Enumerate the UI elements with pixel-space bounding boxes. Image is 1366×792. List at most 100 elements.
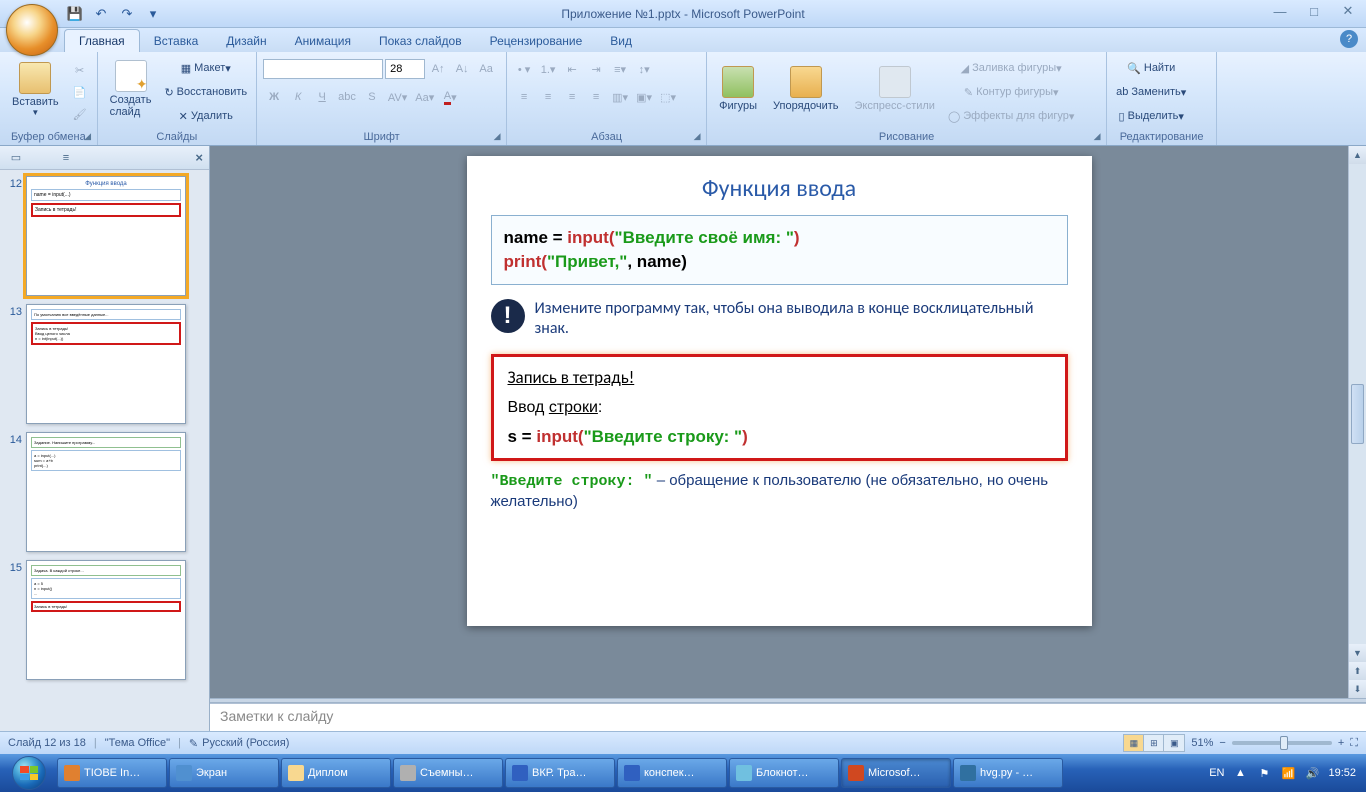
maximize-button[interactable]: □ [1302, 2, 1326, 20]
thumbnail[interactable]: Задача. В каждой строке... a = 5n = inpu… [26, 560, 186, 680]
delete-button[interactable]: ✕ Удалить [161, 105, 250, 127]
text-direction-button[interactable]: ↕▾ [633, 58, 655, 80]
taskbar-item[interactable]: TIOBE In… [57, 758, 167, 788]
redo-button[interactable]: ↷ [116, 3, 138, 25]
columns-button[interactable]: ▥▾ [609, 86, 631, 108]
shape-outline-button[interactable]: ✎ Контур фигуры ▾ [945, 81, 1077, 103]
undo-button[interactable]: ↶ [90, 3, 112, 25]
align-center-button[interactable]: ≡ [537, 86, 559, 108]
taskbar-item[interactable]: Экран [169, 758, 279, 788]
shape-effects-button[interactable]: ◯ Эффекты для фигур ▾ [945, 105, 1077, 127]
strike-button[interactable]: abc [335, 86, 359, 108]
shrink-font-button[interactable]: A↓ [451, 58, 473, 80]
prev-slide-button[interactable]: ⬆ [1349, 662, 1366, 680]
network-icon[interactable]: 📶 [1280, 765, 1296, 781]
shape-fill-button[interactable]: ◢ Заливка фигуры ▾ [945, 57, 1077, 79]
sorter-view-button[interactable]: ⊞ [1144, 735, 1164, 751]
bold-button[interactable]: Ж [263, 86, 285, 108]
copy-button[interactable]: 📄 [69, 81, 91, 103]
cut-button[interactable]: ✂ [69, 59, 91, 81]
slides-tab[interactable]: ▭ [6, 149, 26, 167]
tab-review[interactable]: Рецензирование [476, 30, 597, 52]
normal-view-button[interactable]: ▦ [1124, 735, 1144, 751]
save-button[interactable]: 💾 [64, 3, 86, 25]
new-slide-button[interactable]: ✦ Создать слайд [104, 55, 158, 123]
vertical-scrollbar[interactable]: ▲ ▼ ⬆ ⬇ [1348, 146, 1366, 698]
outline-tab[interactable]: ≡ [56, 149, 76, 167]
tray-up-icon[interactable]: ▲ [1232, 765, 1248, 781]
select-button[interactable]: ▯ Выделить ▾ [1113, 105, 1189, 127]
language-indicator[interactable]: EN [1209, 767, 1224, 779]
taskbar-item[interactable]: Диплом [281, 758, 391, 788]
clear-format-button[interactable]: Aa [475, 58, 497, 80]
font-size-combo[interactable]: 28 [385, 59, 425, 79]
start-button[interactable] [2, 755, 56, 791]
slide[interactable]: Функция ввода name = input("Введите своё… [467, 156, 1092, 626]
language-indicator[interactable]: Русский (Россия) [202, 737, 289, 749]
zoom-level[interactable]: 51% [1191, 737, 1213, 749]
dialog-launcher-icon[interactable]: ◢ [81, 129, 95, 143]
smartart-button[interactable]: ⬚▾ [657, 86, 679, 108]
zoom-in-button[interactable]: + [1338, 737, 1344, 749]
dedent-button[interactable]: ⇤ [561, 58, 583, 80]
zoom-out-button[interactable]: − [1219, 737, 1225, 749]
spellcheck-icon[interactable]: ✎ [189, 737, 198, 750]
close-button[interactable]: ✕ [1336, 2, 1360, 20]
align-left-button[interactable]: ≡ [513, 86, 535, 108]
thumbnail[interactable]: Задание. Напишите программу... a = input… [26, 432, 186, 552]
grow-font-button[interactable]: A↑ [427, 58, 449, 80]
notes-pane[interactable]: Заметки к слайду [210, 703, 1366, 731]
help-button[interactable]: ? [1340, 30, 1358, 48]
taskbar-item[interactable]: ВКР. Тра… [505, 758, 615, 788]
tab-animation[interactable]: Анимация [281, 30, 365, 52]
dialog-launcher-icon[interactable]: ◢ [490, 129, 504, 143]
tab-slideshow[interactable]: Показ слайдов [365, 30, 476, 52]
tab-view[interactable]: Вид [596, 30, 646, 52]
spacing-button[interactable]: AV▾ [385, 86, 410, 108]
align-right-button[interactable]: ≡ [561, 86, 583, 108]
thumbnail[interactable]: По умолчанию все введённые данные... Зап… [26, 304, 186, 424]
zoom-slider[interactable] [1232, 741, 1332, 745]
taskbar-item[interactable]: конспек… [617, 758, 727, 788]
qat-customize[interactable]: ▾ [142, 3, 164, 25]
taskbar-item[interactable]: Блокнот… [729, 758, 839, 788]
find-button[interactable]: 🔍 Найти [1113, 57, 1189, 79]
action-center-icon[interactable]: ⚑ [1256, 765, 1272, 781]
shapes-button[interactable]: Фигуры [713, 55, 763, 123]
scroll-down-button[interactable]: ▼ [1349, 644, 1366, 662]
taskbar-item[interactable]: Съемны… [393, 758, 503, 788]
scroll-track[interactable] [1349, 164, 1366, 644]
line-spacing-button[interactable]: ≡▾ [609, 58, 631, 80]
minimize-button[interactable]: — [1268, 2, 1292, 20]
shadow-button[interactable]: S [361, 86, 383, 108]
fit-button[interactable]: ⛶ [1350, 737, 1358, 750]
dialog-launcher-icon[interactable]: ◢ [1090, 129, 1104, 143]
tab-insert[interactable]: Вставка [140, 30, 213, 52]
thumbnail-item[interactable]: 13 По умолчанию все введённые данные... … [6, 304, 203, 424]
slide-canvas-area[interactable]: Функция ввода name = input("Введите своё… [210, 146, 1348, 698]
font-family-combo[interactable] [263, 59, 383, 79]
clock[interactable]: 19:52 [1328, 767, 1356, 779]
layout-button[interactable]: ▦ Макет ▾ [161, 57, 250, 79]
paste-button[interactable]: Вставить ▼ [6, 55, 65, 123]
dialog-launcher-icon[interactable]: ◢ [690, 129, 704, 143]
slideshow-view-button[interactable]: ▣ [1164, 735, 1184, 751]
volume-icon[interactable]: 🔊 [1304, 765, 1320, 781]
reset-button[interactable]: ↻ Восстановить [161, 81, 250, 103]
thumbnail-list[interactable]: 12 Функция ввода name = input(...) Запис… [0, 170, 209, 731]
justify-button[interactable]: ≡ [585, 86, 607, 108]
panel-close-icon[interactable]: × [195, 150, 203, 165]
underline-button[interactable]: Ч [311, 86, 333, 108]
numbering-button[interactable]: 1.▾ [537, 58, 559, 80]
next-slide-button[interactable]: ⬇ [1349, 680, 1366, 698]
italic-button[interactable]: К [287, 86, 309, 108]
tab-home[interactable]: Главная [64, 29, 140, 52]
thumbnail-item[interactable]: 15 Задача. В каждой строке... a = 5n = i… [6, 560, 203, 680]
arrange-button[interactable]: Упорядочить [767, 55, 844, 123]
thumbnail-item[interactable]: 14 Задание. Напишите программу... a = in… [6, 432, 203, 552]
replace-button[interactable]: ab Заменить ▾ [1113, 81, 1189, 103]
scroll-up-button[interactable]: ▲ [1349, 146, 1366, 164]
quick-styles-button[interactable]: Экспресс-стили [849, 55, 941, 123]
taskbar-item[interactable]: Microsof… [841, 758, 951, 788]
bullets-button[interactable]: • ▾ [513, 58, 535, 80]
